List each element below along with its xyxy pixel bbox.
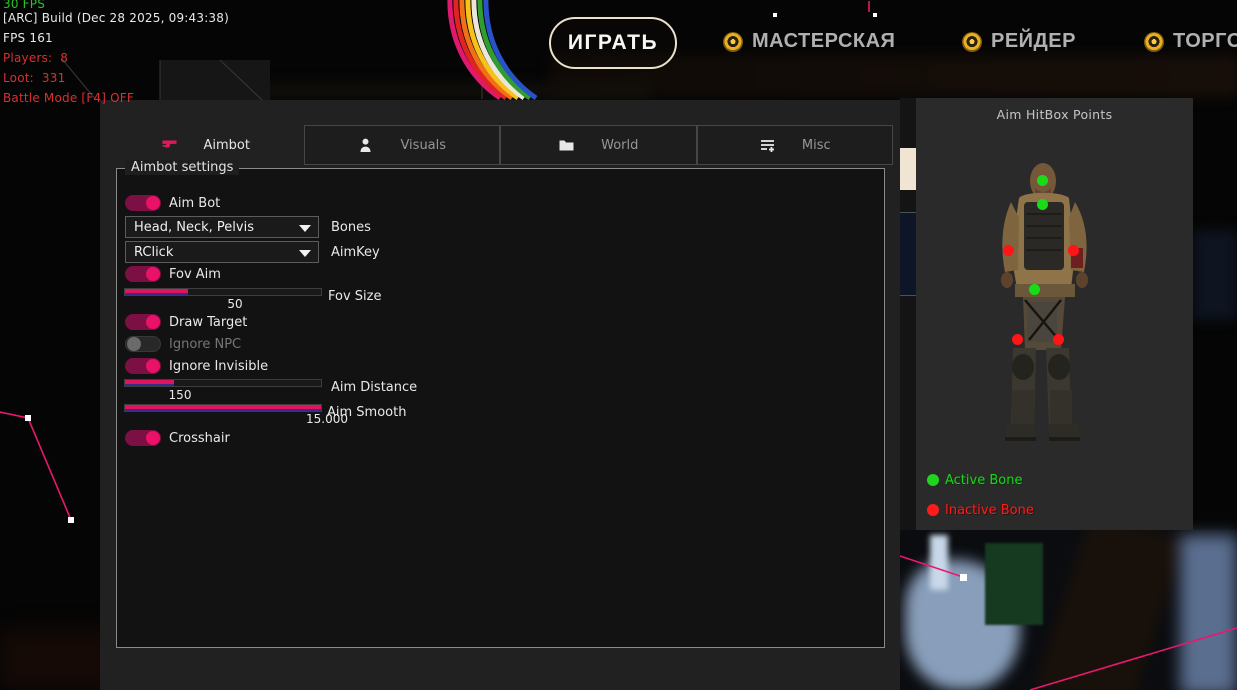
aim-distance-value: 150 [165,388,195,402]
person-icon [357,137,374,154]
bones-label: Bones [331,220,371,235]
fov-size-label: Fov Size [328,289,381,304]
play-button[interactable]: ИГРАТЬ [549,17,677,69]
character-model [995,160,1110,450]
dropdown-arrow-icon [299,250,311,257]
aim-distance-label: Aim Distance [331,380,417,395]
bone-dot-left-arm [1003,245,1014,256]
toggle-knob [146,431,160,445]
toggle-knob [146,196,160,210]
toggle-knob [146,267,160,281]
build-label: [ARC] Build (Dec 28 2025, 09:43:38) [3,11,229,25]
menu-item-raider[interactable]: РЕЙДЕР [962,30,1076,53]
tab-bar: Aimbot Visuals World Misc [107,125,893,165]
bone-dot-right-knee [1053,334,1064,345]
bone-dot-left-knee [1012,334,1023,345]
bone-dot-pelvis [1029,284,1040,295]
ignore-invisible-toggle[interactable] [125,358,161,374]
bone-dot-neck [1037,199,1048,210]
group-title: Aimbot settings [125,160,239,175]
bone-dot-head [1037,175,1048,186]
fov-aim-toggle[interactable] [125,266,161,282]
fps-counter: 30 FPS [3,0,45,11]
pistol-icon [161,137,178,154]
battle-mode-label: Battle Mode [F4] OFF [3,91,134,105]
hitbox-panel-title: Aim HitBox Points [916,107,1193,122]
tab-aimbot[interactable]: Aimbot [107,125,304,165]
fov-size-value: 50 [220,297,250,311]
aim-distance-slider[interactable] [124,379,322,387]
playlist-add-icon [759,137,776,154]
aim-bot-toggle[interactable] [125,195,161,211]
bones-select[interactable]: Head, Neck, Pelvis [125,216,319,238]
rainbow-trail [450,0,536,98]
aim-smooth-slider[interactable] [124,404,322,412]
fps-label: FPS 161 [3,31,53,45]
aim-bot-label: Aim Bot [169,196,220,211]
tab-visuals[interactable]: Visuals [304,125,501,165]
menu-item-label: РЕЙДЕР [991,30,1076,53]
players-label: Players: 8 [3,51,68,65]
ignore-npc-toggle[interactable] [125,336,161,352]
dropdown-arrow-icon [299,225,311,232]
draw-target-toggle[interactable] [125,314,161,330]
bone-dot-right-arm [1068,245,1079,256]
toggle-knob [127,337,141,351]
loot-label: Loot: 331 [3,71,65,85]
aimkey-label: AimKey [331,245,380,260]
active-bone-dot-icon [927,474,939,486]
cheat-menu-panel: Aimbot Visuals World Misc [100,100,900,690]
tab-label: Visuals [400,138,446,153]
crosshair-toggle[interactable] [125,430,161,446]
background-light [900,148,916,190]
fov-size-slider[interactable] [124,288,322,296]
menu-item-workshop[interactable]: МАСТЕРСКАЯ [723,30,895,53]
menu-item-trade[interactable]: ТОРГО [1144,30,1237,53]
aim-smooth-label: Aim Smooth [327,405,406,420]
coin-icon [723,32,743,52]
tab-world[interactable]: World [500,125,697,165]
ignore-npc-label: Ignore NPC [169,337,241,352]
slider-fill [125,289,188,295]
coin-icon [1144,32,1164,52]
aimkey-select-value: RClick [134,245,173,260]
slider-fill [125,380,174,386]
crosshair-label: Crosshair [169,431,230,446]
inactive-bone-label: Inactive Bone [945,503,1034,518]
inactive-bone-dot-icon [927,504,939,516]
tab-label: Aimbot [204,138,250,153]
tab-label: World [601,138,638,153]
bones-select-value: Head, Neck, Pelvis [134,220,254,235]
background-window [900,212,916,296]
ignore-invisible-label: Ignore Invisible [169,359,268,374]
tab-label: Misc [802,138,831,153]
fov-aim-label: Fov Aim [169,267,221,282]
screen: 30 FPS [ARC] Build (Dec 28 2025, 09:43:3… [0,0,1237,690]
draw-target-label: Draw Target [169,315,247,330]
aimbot-settings-group: Aimbot settings Aim Bot Head, Neck, Pelv… [116,168,885,648]
toggle-knob [146,359,160,373]
tab-misc[interactable]: Misc [697,125,894,165]
menu-item-label: ТОРГО [1173,30,1237,53]
slider-fill [125,405,321,411]
menu-item-label: МАСТЕРСКАЯ [752,30,895,53]
active-bone-label: Active Bone [945,473,1022,488]
hitbox-panel: Aim HitBox Points [916,98,1193,530]
aimkey-select[interactable]: RClick [125,241,319,263]
folder-icon [558,137,575,154]
toggle-knob [146,315,160,329]
coin-icon [962,32,982,52]
